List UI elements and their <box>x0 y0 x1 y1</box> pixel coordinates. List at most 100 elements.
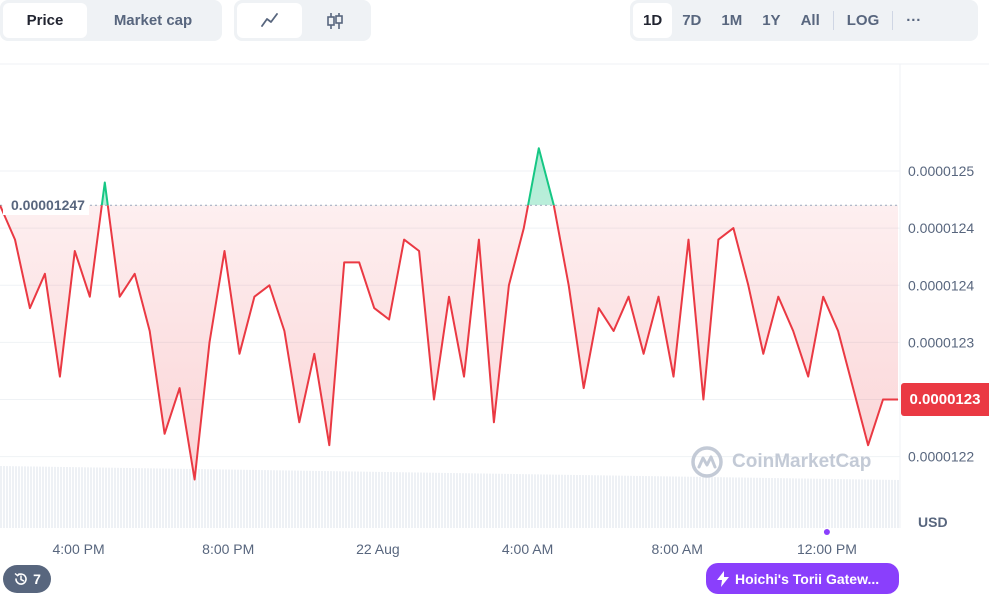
volume-bar <box>870 479 872 528</box>
volume-bar <box>24 466 26 528</box>
volume-bar <box>390 472 392 528</box>
volume-bar <box>387 472 389 528</box>
volume-bar <box>165 468 167 528</box>
volume-bar <box>27 466 29 528</box>
volume-bar <box>66 467 68 528</box>
volume-bar <box>528 474 530 528</box>
volume-bar <box>522 474 524 528</box>
volume-bar <box>699 476 701 528</box>
x-tick-label: 8:00 AM <box>652 541 703 557</box>
volume-bar <box>867 479 869 528</box>
volume-bar <box>225 469 227 528</box>
volume-bar <box>399 472 401 528</box>
promo-label: Hoichi's Torii Gatew... <box>735 570 880 587</box>
volume-bar <box>582 475 584 528</box>
volume-bar <box>249 469 251 528</box>
history-badge[interactable]: 7 <box>3 565 51 593</box>
volume-bar <box>471 473 473 528</box>
volume-bar <box>621 475 623 528</box>
volume-bar <box>681 476 683 528</box>
volume-bar <box>513 473 515 528</box>
volume-bar <box>336 471 338 528</box>
volume-bar <box>48 466 50 528</box>
volume-bar <box>627 475 629 528</box>
volume-bar <box>237 469 239 528</box>
y-tick-label: 0.0000124 <box>908 277 974 293</box>
volume-bar <box>420 472 422 528</box>
volume-bar <box>99 467 101 528</box>
volume-bar <box>297 470 299 528</box>
volume-bar <box>675 476 677 528</box>
y-tick-label: 0.0000125 <box>908 163 974 179</box>
volume-bar <box>888 479 890 528</box>
volume-bar <box>81 467 83 528</box>
volume-bar <box>36 466 38 528</box>
volume-bar <box>303 470 305 528</box>
coinmarketcap-watermark: CoinMarketCap <box>690 445 871 479</box>
volume-bar <box>252 469 254 528</box>
reference-price-label: 0.00001247 <box>3 195 89 216</box>
volume-bar <box>258 470 260 528</box>
volume-bar <box>708 477 710 528</box>
volume-bar <box>543 474 545 528</box>
volume-bar <box>330 471 332 528</box>
volume-bar <box>852 479 854 528</box>
volume-bar <box>90 467 92 528</box>
volume-bar <box>714 477 716 528</box>
volume-bar <box>765 477 767 528</box>
volume-bar <box>264 470 266 528</box>
volume-bar <box>561 474 563 528</box>
volume-bar <box>231 469 233 528</box>
volume-bar <box>174 468 176 528</box>
volume-bar <box>327 471 329 528</box>
volume-bar <box>864 479 866 528</box>
volume-bar <box>15 466 17 528</box>
volume-bar <box>381 471 383 528</box>
volume-bar <box>465 473 467 528</box>
volume-bar <box>702 476 704 528</box>
volume-bar <box>684 476 686 528</box>
volume-bar <box>729 477 731 528</box>
volume-bar <box>189 468 191 528</box>
volume-bar <box>837 479 839 528</box>
volume-bar <box>210 469 212 528</box>
volume-bar <box>87 467 89 528</box>
volume-bar <box>183 468 185 528</box>
x-tick-label: 8:00 PM <box>202 541 254 557</box>
volume-bar <box>519 474 521 528</box>
volume-bar <box>18 466 20 528</box>
volume-bar <box>753 477 755 528</box>
volume-bar <box>108 467 110 528</box>
volume-bar <box>432 472 434 528</box>
volume-bar <box>840 479 842 528</box>
volume-bar <box>639 475 641 528</box>
volume-bar <box>573 474 575 528</box>
volume-bar <box>633 475 635 528</box>
x-axis-labels: 4:00 PM 8:00 PM 22 Aug 4:00 AM 8:00 AM 12:00 … <box>53 541 857 557</box>
volume-bar <box>111 467 113 528</box>
volume-bar <box>732 477 734 528</box>
price-area-below-reference <box>0 205 898 480</box>
volume-bar <box>711 477 713 528</box>
volume-bar <box>603 475 605 528</box>
volume-bar <box>846 479 848 528</box>
promo-button[interactable]: Hoichi's Torii Gatew... <box>706 563 899 594</box>
volume-bar <box>828 478 830 528</box>
volume-bar <box>762 477 764 528</box>
volume-bar <box>558 474 560 528</box>
volume-bar <box>339 471 341 528</box>
volume-bar <box>279 470 281 528</box>
volume-bar <box>51 466 53 528</box>
volume-bar <box>501 473 503 528</box>
volume-bar <box>591 475 593 528</box>
volume-bar <box>147 468 149 528</box>
volume-bar <box>222 469 224 528</box>
volume-bar <box>549 474 551 528</box>
volume-bar <box>171 468 173 528</box>
volume-bar <box>384 471 386 528</box>
volume-bar <box>816 478 818 528</box>
history-icon <box>14 572 27 585</box>
volume-bar <box>366 471 368 528</box>
y-axis-labels: 0.0000125 0.0000124 0.0000124 0.0000123 0.00… <box>908 163 974 465</box>
current-price-tag: 0.0000123 <box>901 383 989 417</box>
